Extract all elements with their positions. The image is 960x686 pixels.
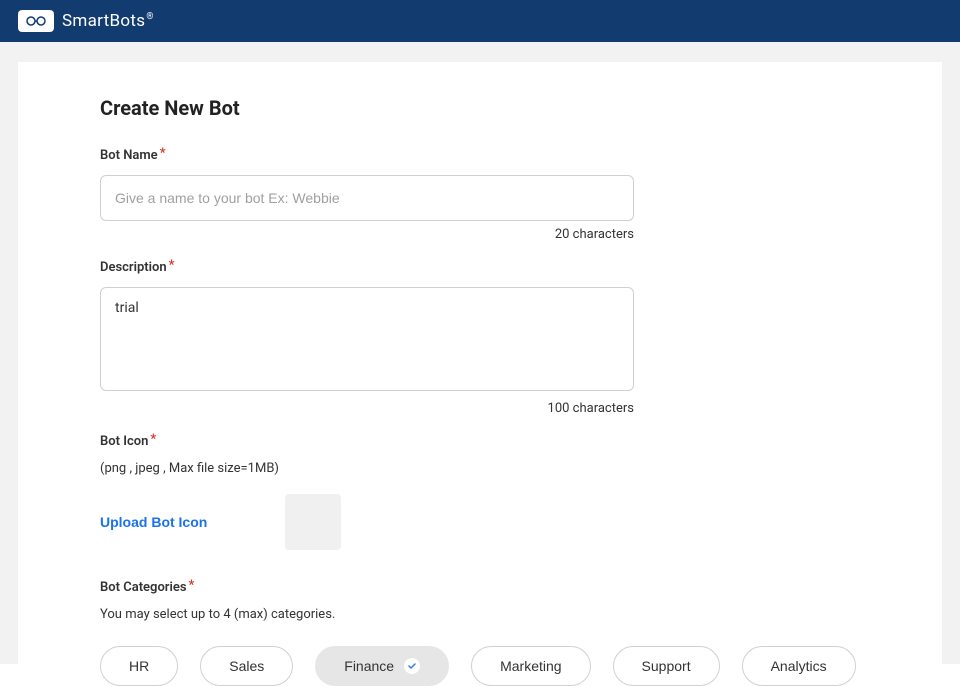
bot-icon-hint: (png , jpeg , Max file size=1MB) bbox=[100, 461, 860, 476]
bot-categories-hint: You may select up to 4 (max) categories. bbox=[100, 607, 860, 622]
required-asterisk: * bbox=[169, 258, 175, 273]
field-bot-name: Bot Name* 20 characters bbox=[100, 148, 860, 242]
category-chip-label: Analytics bbox=[771, 658, 827, 674]
required-asterisk: * bbox=[150, 432, 156, 447]
field-description: Description* 100 characters bbox=[100, 260, 860, 416]
page-wrapper: Create New Bot Bot Name* 20 characters D… bbox=[0, 42, 960, 664]
required-asterisk: * bbox=[189, 578, 195, 593]
category-chip-label: HR bbox=[129, 658, 149, 674]
category-chip-sales[interactable]: Sales bbox=[200, 646, 293, 686]
bot-name-input[interactable] bbox=[100, 175, 634, 221]
brand-name: SmartBots® bbox=[62, 11, 154, 31]
field-bot-icon: Bot Icon* (png , jpeg , Max file size=1M… bbox=[100, 434, 860, 550]
description-counter: 100 characters bbox=[100, 401, 634, 416]
category-chip-analytics[interactable]: Analytics bbox=[742, 646, 856, 686]
category-chip-hr[interactable]: HR bbox=[100, 646, 178, 686]
upload-bot-icon-button[interactable]: Upload Bot Icon bbox=[100, 514, 207, 530]
category-chip-marketing[interactable]: Marketing bbox=[471, 646, 590, 686]
field-bot-categories: Bot Categories* You may select up to 4 (… bbox=[100, 580, 860, 686]
bot-icon-label: Bot Icon* bbox=[100, 434, 860, 449]
app-header: SmartBots® bbox=[0, 0, 960, 42]
check-icon bbox=[404, 658, 420, 674]
category-chip-support[interactable]: Support bbox=[613, 646, 720, 686]
page-title: Create New Bot bbox=[100, 96, 860, 120]
category-chip-label: Support bbox=[642, 658, 691, 674]
bot-icon-preview bbox=[285, 494, 341, 550]
description-input[interactable] bbox=[100, 287, 634, 391]
category-chip-label: Finance bbox=[344, 658, 394, 674]
description-label: Description* bbox=[100, 260, 860, 275]
bot-name-counter: 20 characters bbox=[100, 227, 634, 242]
required-asterisk: * bbox=[160, 146, 166, 161]
category-chip-finance[interactable]: Finance bbox=[315, 646, 449, 686]
category-chip-label: Marketing bbox=[500, 658, 561, 674]
category-chip-label: Sales bbox=[229, 658, 264, 674]
bot-name-label: Bot Name* bbox=[100, 148, 860, 163]
brand-logo-icon bbox=[18, 10, 54, 32]
bot-categories-label: Bot Categories* bbox=[100, 580, 860, 595]
category-chip-group: HR Sales Finance Marketing Support Analytics bbox=[100, 646, 860, 686]
form-card: Create New Bot Bot Name* 20 characters D… bbox=[18, 62, 942, 664]
